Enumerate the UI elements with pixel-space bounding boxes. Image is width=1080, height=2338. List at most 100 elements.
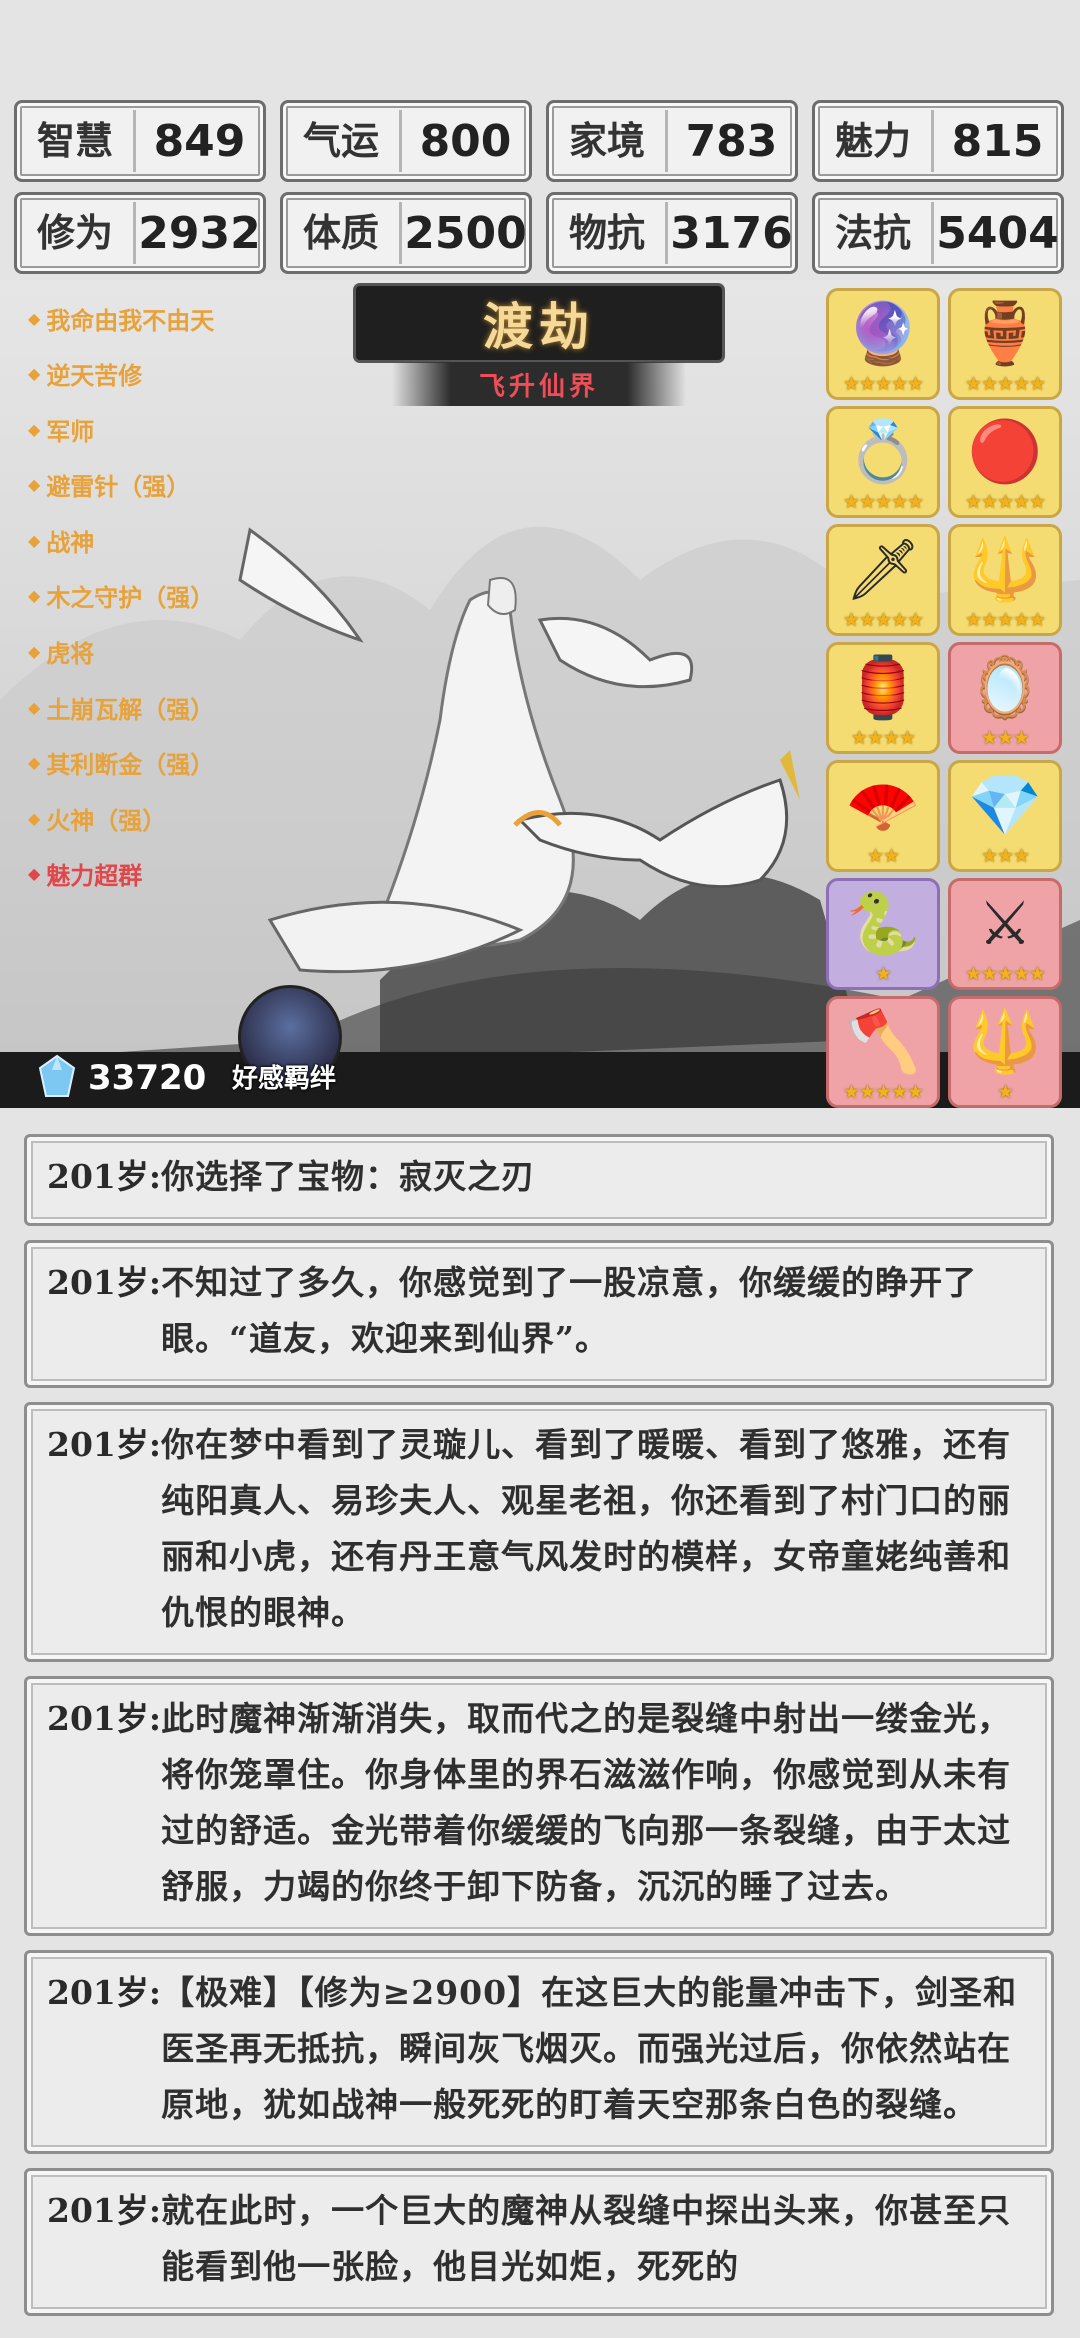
spirit-stone-count: 33720 bbox=[88, 1058, 207, 1098]
log-age: 201岁: bbox=[47, 1425, 162, 1464]
treasure-slot[interactable]: 💎 ★★★ bbox=[948, 760, 1062, 872]
trait-item[interactable]: ◆ 军师 bbox=[18, 407, 308, 451]
log-entry: 201岁: 你在梦中看到了灵璇儿、看到了暖暖、看到了悠雅，还有纯阳真人、易珍夫人、… bbox=[24, 1402, 1054, 1662]
stat-physical-resist: 物抗 3176 bbox=[546, 192, 798, 274]
treasure-slot[interactable]: 🔱 ★ bbox=[948, 996, 1062, 1108]
trait-item[interactable]: ◆ 土崩瓦解（强） bbox=[18, 685, 308, 729]
stat-value: 815 bbox=[951, 115, 1044, 167]
diamond-icon: ◆ bbox=[28, 364, 41, 384]
fire-pearl-icon: 🔴 bbox=[967, 417, 1043, 487]
star-rating: ★★★ bbox=[980, 727, 1030, 749]
star-rating: ★★★★★ bbox=[964, 373, 1046, 395]
trait-item[interactable]: ◆ 火神（强） bbox=[18, 796, 308, 840]
star-rating: ★★★★★ bbox=[964, 963, 1046, 985]
rainbow-crystal-icon: 💎 bbox=[967, 771, 1043, 841]
diamond-icon: ◆ bbox=[28, 808, 41, 828]
diamond-icon: ◆ bbox=[28, 753, 41, 773]
treasure-slot[interactable]: 💍 ★★★★★ bbox=[826, 406, 940, 518]
treasure-slot[interactable]: 🔮 ★★★★★ bbox=[826, 288, 940, 400]
trait-item[interactable]: ◆ 魅力超群 bbox=[18, 852, 308, 896]
stat-label: 家境 bbox=[549, 110, 668, 172]
log-text: 此时魔神渐渐消失，取而代之的是裂缝中射出一缕金光，将你笼罩住。你身体里的界石滋滋… bbox=[161, 1699, 1012, 1906]
log-text: 不知过了多久，你感觉到了一股凉意，你缓缓的睁开了眼。“道友，欢迎来到仙界”。 bbox=[161, 1263, 978, 1358]
treasure-slot[interactable]: 🏮 ★★★★ bbox=[826, 642, 940, 754]
star-rating: ★ bbox=[996, 1081, 1014, 1103]
stat-value: 783 bbox=[685, 115, 778, 167]
star-rating: ★★★★★ bbox=[964, 609, 1046, 631]
stat-cultivation: 修为 2932 bbox=[14, 192, 266, 274]
red-sword-icon: ⚔ bbox=[978, 889, 1032, 959]
treasure-slot[interactable]: 🐍 ★ bbox=[826, 878, 940, 990]
log-age: 201岁: bbox=[47, 1699, 162, 1738]
treasure-slot[interactable]: 🗡 ★★★★★ bbox=[826, 524, 940, 636]
treasure-slot[interactable]: 🪞 ★★★ bbox=[948, 642, 1062, 754]
log-entry: 201岁: 你选择了宝物：寂灭之刃 bbox=[24, 1134, 1054, 1226]
log-age: 201岁: bbox=[47, 2191, 162, 2230]
treasure-grid: 🔮 ★★★★★ 🏺 ★★★★★ 💍 ★★★★★ 🔴 ★★★★★ 🗡 ★★★★★ 🔱 ★★★★… bbox=[826, 288, 1062, 1108]
event-log[interactable]: 201岁: 你选择了宝物：寂灭之刃 201岁: 不知过了多久，你感觉到了一股凉意，你… bbox=[24, 1134, 1054, 2330]
stat-label: 魅力 bbox=[815, 110, 934, 172]
trait-item[interactable]: ◆ 我命由我不由天 bbox=[18, 296, 308, 340]
diamond-icon: ◆ bbox=[28, 419, 41, 439]
incense-burner-icon: 🏮 bbox=[845, 653, 921, 723]
log-age: 201岁: bbox=[47, 1973, 162, 2012]
jade-halberd-icon: 🪓 bbox=[845, 1007, 921, 1077]
log-text: 你选择了宝物：寂灭之刃 bbox=[161, 1157, 536, 1196]
star-rating: ★★★ bbox=[980, 845, 1030, 867]
log-age: 201岁: bbox=[47, 1263, 162, 1302]
stat-value: 2932 bbox=[138, 207, 261, 259]
treasure-slot[interactable]: 🔴 ★★★★★ bbox=[948, 406, 1062, 518]
stat-magic-resist: 法抗 5404 bbox=[812, 192, 1064, 274]
event-subtitle-banner: 飞升仙界 bbox=[392, 362, 686, 406]
trait-item[interactable]: ◆ 木之守护（强） bbox=[18, 574, 308, 618]
log-entry: 201岁: 就在此时，一个巨大的魔神从裂缝中探出头来，你甚至只能看到他一张脸，他目… bbox=[24, 2168, 1054, 2316]
diamond-icon: ◆ bbox=[28, 864, 41, 884]
trait-item[interactable]: ◆ 战神 bbox=[18, 518, 308, 562]
stat-value: 800 bbox=[419, 115, 512, 167]
treasure-slot[interactable]: 🪭 ★★ bbox=[826, 760, 940, 872]
diamond-icon: ◆ bbox=[28, 642, 41, 662]
stat-charm: 魅力 815 bbox=[812, 100, 1064, 182]
star-rating: ★ bbox=[874, 963, 892, 985]
trait-item[interactable]: ◆ 逆天苦修 bbox=[18, 352, 308, 396]
stat-family: 家境 783 bbox=[546, 100, 798, 182]
dark-mirror-icon: 🪞 bbox=[967, 653, 1043, 723]
star-rating: ★★ bbox=[866, 845, 900, 867]
trait-item[interactable]: ◆ 其利断金（强） bbox=[18, 741, 308, 785]
gold-ring-icon: 💍 bbox=[845, 417, 921, 487]
trait-item[interactable]: ◆ 虎将 bbox=[18, 630, 308, 674]
stat-label: 修为 bbox=[17, 202, 136, 264]
golden-staff-icon: 🔱 bbox=[967, 535, 1043, 605]
affection-bond-button[interactable]: 好感羁绊 bbox=[232, 1058, 336, 1095]
star-rating: ★★★★★ bbox=[842, 373, 924, 395]
log-text: 【极难】【修为≥2900】在这巨大的能量冲击下，剑圣和医圣再无抵抗，瞬间灰飞烟灭… bbox=[161, 1973, 1018, 2124]
orb-claw-icon: 🔮 bbox=[845, 299, 921, 369]
treasure-slot[interactable]: 🏺 ★★★★★ bbox=[948, 288, 1062, 400]
diamond-icon: ◆ bbox=[28, 475, 41, 495]
stat-label: 物抗 bbox=[549, 202, 668, 264]
star-rating: ★★★★★ bbox=[842, 609, 924, 631]
star-rating: ★★★★ bbox=[850, 727, 916, 749]
folding-fan-icon: 🪭 bbox=[845, 771, 921, 841]
treasure-slot[interactable]: ⚔ ★★★★★ bbox=[948, 878, 1062, 990]
treasure-slot[interactable]: 🪓 ★★★★★ bbox=[826, 996, 940, 1108]
stat-value: 5404 bbox=[936, 207, 1059, 259]
stat-value: 849 bbox=[153, 115, 246, 167]
diamond-icon: ◆ bbox=[28, 530, 41, 550]
diamond-icon: ◆ bbox=[28, 308, 41, 328]
traits-list[interactable]: ◆ 我命由我不由天 ◆ 逆天苦修 ◆ 军师 ◆ 避雷针（强） ◆ 战神 ◆ 木之守护（强） … bbox=[18, 296, 308, 908]
stat-label: 智慧 bbox=[17, 110, 136, 172]
event-subtitle: 飞升仙界 bbox=[478, 371, 599, 402]
diamond-icon: ◆ bbox=[28, 697, 41, 717]
treasure-slot[interactable]: 🔱 ★★★★★ bbox=[948, 524, 1062, 636]
spirit-stone-icon bbox=[38, 1054, 76, 1097]
star-rating: ★★★★★ bbox=[842, 1081, 924, 1103]
stats-panel: 智慧 849 气运 800 家境 783 魅力 815 修为 2932 体质 2500 物抗… bbox=[14, 100, 1066, 274]
stat-label: 法抗 bbox=[815, 202, 934, 264]
log-entry: 201岁: 此时魔神渐渐消失，取而代之的是裂缝中射出一缕金光，将你笼罩住。你身体里… bbox=[24, 1676, 1054, 1936]
stat-value: 3176 bbox=[670, 207, 793, 259]
event-title: 渡劫 bbox=[483, 297, 595, 356]
star-rating: ★★★★★ bbox=[964, 491, 1046, 513]
stat-label: 体质 bbox=[283, 202, 402, 264]
trait-item[interactable]: ◆ 避雷针（强） bbox=[18, 463, 308, 507]
